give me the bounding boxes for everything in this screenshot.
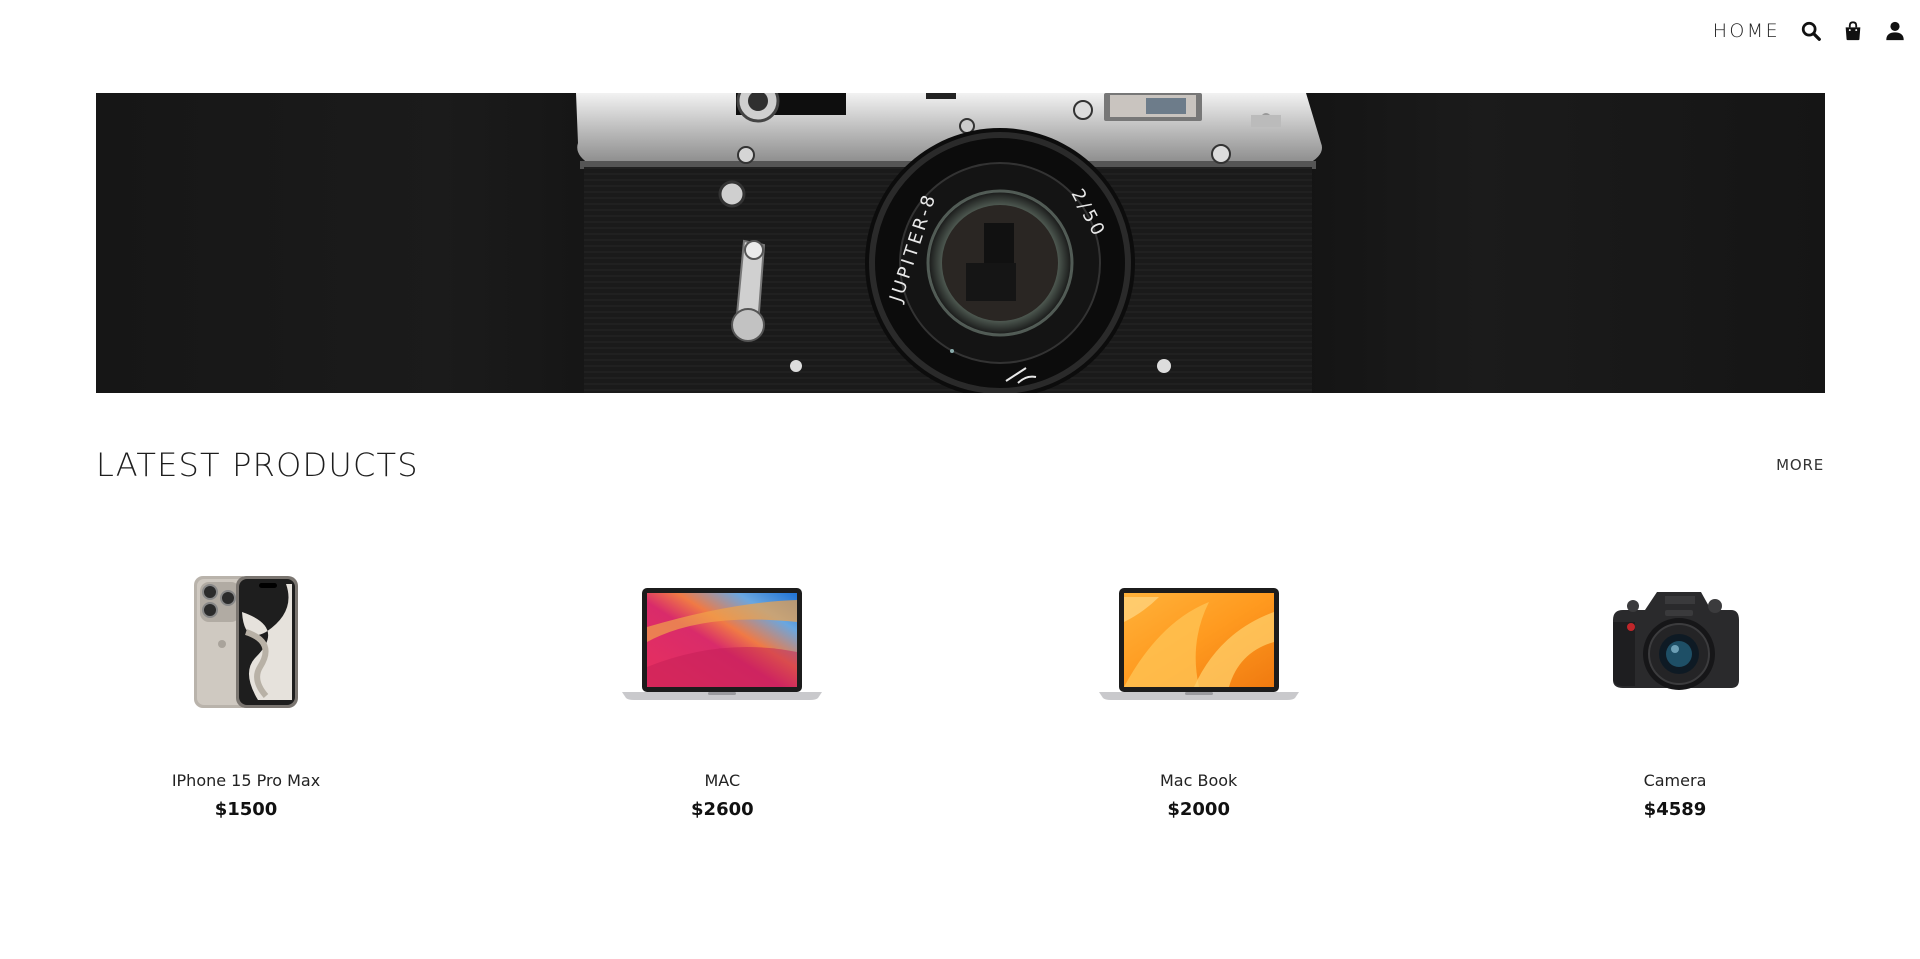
product-image-camera[interactable]: [1565, 542, 1785, 742]
product-name[interactable]: IPhone 15 Pro Max: [172, 771, 320, 790]
product-price: $4589: [1643, 799, 1707, 820]
more-link[interactable]: MORE: [1776, 456, 1824, 474]
product-card[interactable]: MAC $2600: [572, 520, 872, 820]
product-price: $1500: [214, 799, 278, 820]
product-image-macbook[interactable]: [1089, 542, 1309, 742]
product-image-macbook[interactable]: [612, 542, 832, 742]
product-price: $2600: [691, 799, 754, 820]
hero-banner: JUPITER-8 2/50: [96, 93, 1825, 393]
latest-products-title: LATEST PRODUCTS: [96, 446, 419, 484]
home-link[interactable]: HOME: [1713, 20, 1780, 42]
product-price: $2000: [1167, 799, 1230, 820]
product-name[interactable]: Mac Book: [1160, 771, 1237, 790]
product-name[interactable]: Camera: [1644, 771, 1707, 790]
top-navigation: HOME: [1713, 14, 1906, 48]
product-card[interactable]: IPhone 15 Pro Max $1500: [96, 520, 396, 820]
user-icon[interactable]: [1884, 20, 1906, 42]
product-card[interactable]: Mac Book $2000: [1049, 520, 1349, 820]
product-grid: IPhone 15 Pro Max $1500 MAC $2600 Mac Bo…: [96, 520, 1825, 820]
search-icon[interactable]: [1800, 20, 1822, 42]
product-image-iphone[interactable]: [136, 542, 356, 742]
product-card[interactable]: Camera $4589: [1525, 520, 1825, 820]
product-name[interactable]: MAC: [705, 771, 741, 790]
camera-hero-image: JUPITER-8 2/50: [576, 93, 1322, 393]
shopping-bag-icon[interactable]: [1842, 20, 1864, 42]
